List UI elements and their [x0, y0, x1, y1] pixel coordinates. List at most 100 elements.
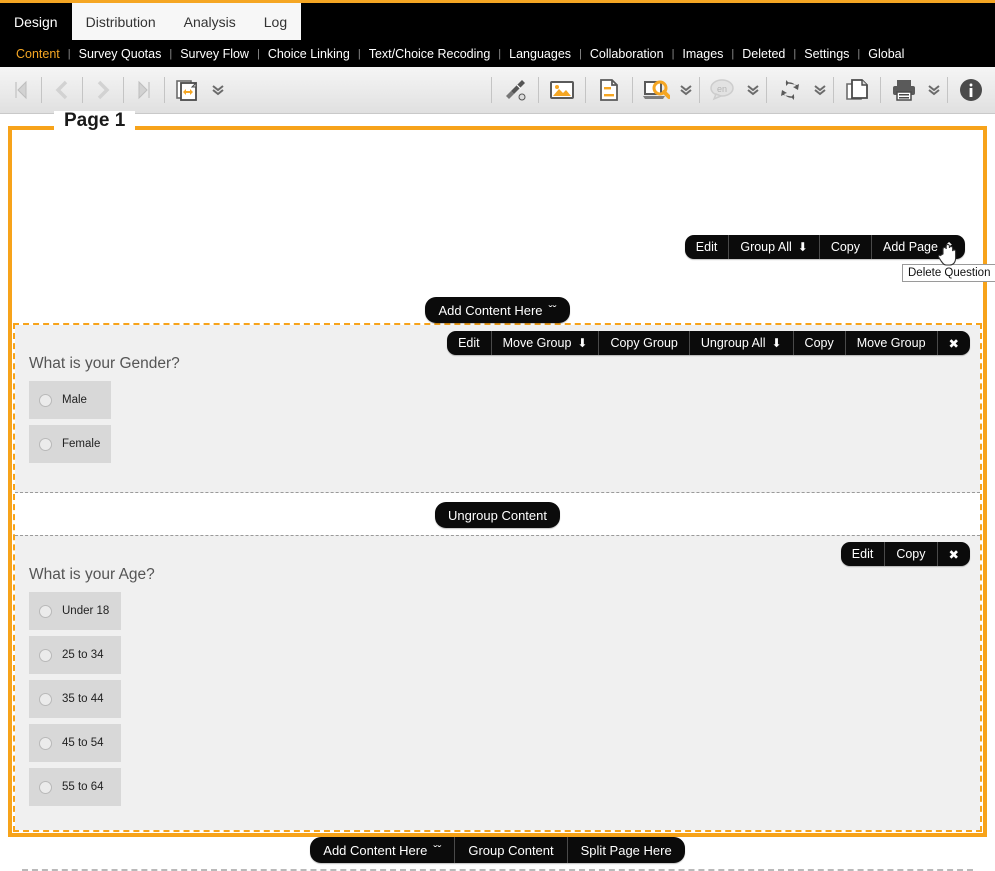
copy-pages-icon[interactable] — [837, 70, 877, 110]
age-edit-button[interactable]: Edit — [841, 542, 886, 566]
page-group-all-button[interactable]: Group All⬇ — [729, 235, 819, 259]
chevron-down-icon[interactable] — [810, 70, 830, 110]
toolbar-divider — [164, 77, 165, 103]
subnav-item-survey-quotas[interactable]: Survey Quotas — [71, 47, 170, 61]
radio-icon[interactable] — [39, 438, 52, 451]
chevron-down-icon[interactable] — [743, 70, 763, 110]
radio-icon[interactable] — [39, 781, 52, 794]
gender-copy-label: Copy — [805, 336, 834, 350]
gender-choice-male[interactable]: Male — [29, 381, 111, 419]
age-choice-25-to-34[interactable]: 25 to 34 — [29, 636, 121, 674]
subnav-item-content[interactable]: Content — [8, 47, 68, 61]
age-question-toolbar: Edit Copy ✖ — [841, 542, 970, 566]
first-page-icon[interactable] — [4, 70, 38, 110]
age-choice-55-to-64[interactable]: 55 to 64 — [29, 768, 121, 806]
radio-icon[interactable] — [39, 605, 52, 618]
group-content-label: Group Content — [468, 843, 553, 858]
editor-toolbar: en — [0, 67, 995, 114]
recycle-icon[interactable] — [770, 70, 810, 110]
gender-delete-question-button[interactable]: ✖ — [938, 331, 970, 355]
age-choice-45-to-54[interactable]: 45 to 54 — [29, 724, 121, 762]
add-content-here-top-button[interactable]: Add Content Here ˇˇ — [425, 297, 569, 323]
svg-text:en: en — [717, 84, 727, 94]
look-and-feel-icon[interactable] — [495, 70, 535, 110]
chevron-down-icon[interactable] — [676, 70, 696, 110]
page-add-page-button[interactable]: Add Page⬆ — [872, 235, 965, 259]
close-icon: ✖ — [949, 547, 959, 562]
page-border-top — [8, 126, 987, 130]
gender-edit-button[interactable]: Edit — [447, 331, 492, 355]
top-tab-inactive-group: Distribution Analysis Log — [72, 3, 302, 40]
radio-icon[interactable] — [39, 737, 52, 750]
add-content-here-bottom-label: Add Content Here — [323, 843, 427, 858]
ungroup-content-band: Ungroup Content — [15, 493, 980, 535]
gender-copy-group-button[interactable]: Copy Group — [599, 331, 689, 355]
toolbar-divider — [585, 77, 586, 103]
toolbar-divider — [491, 77, 492, 103]
group-content-button[interactable]: Group Content — [455, 837, 567, 863]
gender-move-group-down-button[interactable]: Move Group⬇ — [492, 331, 600, 355]
radio-icon[interactable] — [39, 394, 52, 407]
page-copy-button[interactable]: Copy — [820, 235, 872, 259]
age-copy-button[interactable]: Copy — [885, 542, 937, 566]
preview-survey-icon[interactable] — [636, 70, 676, 110]
subnav-item-languages[interactable]: Languages — [501, 47, 579, 61]
gender-choice-female[interactable]: Female — [29, 425, 111, 463]
tab-design[interactable]: Design — [0, 3, 72, 40]
page-transfer-icon[interactable] — [168, 70, 208, 110]
radio-icon[interactable] — [39, 649, 52, 662]
language-en-icon[interactable]: en — [703, 70, 743, 110]
close-icon: ✖ — [949, 336, 959, 351]
ungroup-content-button[interactable]: Ungroup Content — [435, 502, 560, 528]
subnav-item-collaboration[interactable]: Collaboration — [582, 47, 672, 61]
age-choice-25-to-34-label: 25 to 34 — [62, 649, 104, 661]
gender-choice-female-label: Female — [62, 438, 100, 450]
print-icon[interactable] — [884, 70, 924, 110]
subnav-item-text-choice-recoding[interactable]: Text/Choice Recoding — [361, 47, 499, 61]
top-tab-bar: Design Distribution Analysis Log — [0, 0, 995, 40]
subnav-item-choice-linking[interactable]: Choice Linking — [260, 47, 358, 61]
tab-analysis[interactable]: Analysis — [170, 3, 250, 40]
question-block-age: Edit Copy ✖ What is your Age? Under 18 2… — [15, 535, 980, 830]
subnav-item-settings[interactable]: Settings — [796, 47, 857, 61]
gender-ungroup-all-button[interactable]: Ungroup All⬇ — [690, 331, 794, 355]
previous-page-icon[interactable] — [45, 70, 79, 110]
age-choice-35-to-44[interactable]: 35 to 44 — [29, 680, 121, 718]
page-document-icon[interactable] — [589, 70, 629, 110]
question-block-gender: Edit Move Group⬇ Copy Group Ungroup All⬇… — [15, 325, 980, 493]
subnav-item-global[interactable]: Global — [860, 47, 912, 61]
gender-ungroup-all-label: Ungroup All — [701, 336, 766, 350]
chevron-down-icon[interactable] — [208, 70, 228, 110]
chevron-down-icon[interactable] — [924, 70, 944, 110]
last-page-icon[interactable] — [127, 70, 161, 110]
add-content-here-bottom-button[interactable]: Add Content Here ˇˇ — [310, 837, 455, 863]
gender-move-group-label: Move Group — [857, 336, 926, 350]
age-toolbar-pill: Edit Copy ✖ — [841, 542, 970, 566]
sub-navigation-bar: Content | Survey Quotas | Survey Flow | … — [0, 40, 995, 67]
page-edit-button[interactable]: Edit — [685, 235, 730, 259]
tab-log[interactable]: Log — [250, 3, 301, 40]
tab-distribution[interactable]: Distribution — [72, 3, 170, 40]
toolbar-divider — [41, 77, 42, 103]
question-group: Edit Move Group⬇ Copy Group Ungroup All⬇… — [13, 323, 982, 832]
image-library-icon[interactable] — [542, 70, 582, 110]
ungroup-content-pill: Ungroup Content — [435, 502, 560, 528]
arrow-up-icon: ⬆ — [944, 241, 954, 253]
radio-icon[interactable] — [39, 693, 52, 706]
subnav-item-survey-flow[interactable]: Survey Flow — [172, 47, 257, 61]
age-choice-under-18[interactable]: Under 18 — [29, 592, 121, 630]
split-page-here-button[interactable]: Split Page Here — [568, 837, 685, 863]
gender-move-group-button[interactable]: Move Group — [846, 331, 938, 355]
age-delete-question-button[interactable]: ✖ — [938, 542, 970, 566]
gender-copy-button[interactable]: Copy — [794, 331, 846, 355]
top-tab-list: Design Distribution Analysis Log — [0, 3, 995, 40]
age-question-text: What is your Age? — [15, 536, 980, 592]
next-page-icon[interactable] — [86, 70, 120, 110]
toolbar-divider — [880, 77, 881, 103]
age-choice-55-to-64-label: 55 to 64 — [62, 781, 104, 793]
subnav-item-images[interactable]: Images — [674, 47, 731, 61]
page-group-all-label: Group All — [740, 240, 791, 254]
subnav-item-deleted[interactable]: Deleted — [734, 47, 793, 61]
gender-question-toolbar: Edit Move Group⬇ Copy Group Ungroup All⬇… — [447, 331, 970, 355]
info-icon[interactable] — [951, 70, 991, 110]
